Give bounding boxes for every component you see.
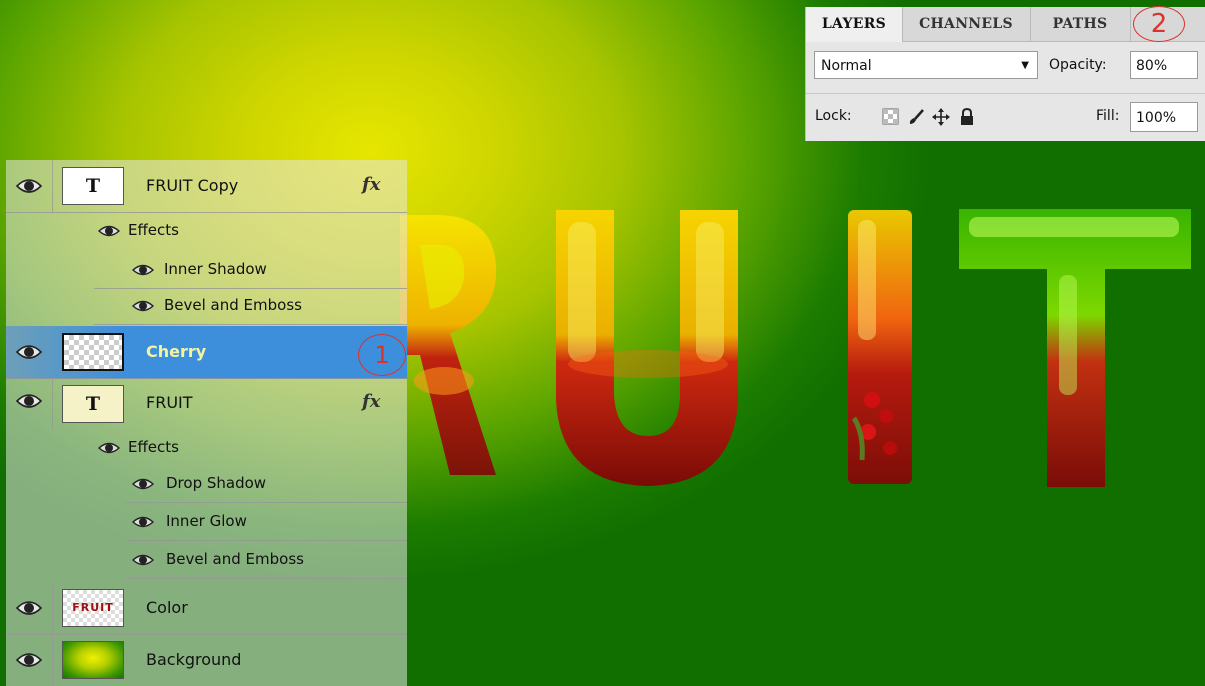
effect-label: Inner Shadow (164, 260, 267, 278)
layer-name: Cherry (146, 342, 207, 361)
tab-channels[interactable]: CHANNELS (902, 7, 1031, 41)
visibility-eye-icon[interactable] (131, 299, 155, 313)
move-icon[interactable] (932, 108, 950, 126)
chevron-down-icon: ▼ (1021, 60, 1029, 71)
letter-i (848, 210, 912, 484)
cherry-layer-thumbnail (62, 333, 124, 371)
tab-layers[interactable]: LAYERS (806, 7, 903, 42)
opacity-label: Opacity: (1049, 57, 1107, 73)
blend-mode-select[interactable]: Normal ▼ (814, 51, 1038, 79)
text-layer-thumbnail: T (62, 167, 124, 205)
layer-name: FRUIT Copy (146, 176, 239, 195)
fx-icon[interactable]: fx (362, 391, 380, 412)
brush-icon[interactable] (907, 108, 925, 126)
lock-icon[interactable] (958, 107, 976, 126)
layer-background[interactable]: Background (6, 634, 407, 686)
effect-inner-glow[interactable]: Inner Glow (126, 504, 407, 541)
effect-label: Inner Glow (166, 512, 247, 530)
effects-label: Effects (128, 221, 179, 239)
annotation-2: 2 (1133, 6, 1185, 42)
background-layer-thumbnail (62, 641, 124, 679)
effects-row[interactable]: Effects (6, 430, 407, 464)
effect-label: Bevel and Emboss (166, 550, 304, 568)
lock-transparency-icon[interactable] (881, 108, 899, 126)
lock-row: Lock: Fill: 100% (806, 93, 1205, 142)
visibility-eye-icon[interactable] (131, 553, 155, 567)
visibility-eye-icon[interactable] (97, 441, 121, 455)
color-layer-thumbnail: FRUIT (62, 589, 124, 627)
effect-bevel-emboss[interactable]: Bevel and Emboss (126, 542, 407, 579)
visibility-eye-icon[interactable] (16, 343, 42, 361)
tab-paths[interactable]: PATHS (1030, 7, 1131, 41)
letter-t (959, 209, 1191, 487)
fill-label: Fill: (1096, 108, 1120, 124)
visibility-eye-icon[interactable] (131, 477, 155, 491)
effect-label: Bevel and Emboss (164, 296, 302, 314)
visibility-eye-icon[interactable] (16, 651, 42, 669)
visibility-eye-icon[interactable] (16, 599, 42, 617)
layer-cherry[interactable]: Cherry (6, 326, 407, 379)
layer-name: Background (146, 650, 242, 669)
layer-fruit-copy[interactable]: T FRUIT Copy fx (6, 160, 407, 213)
visibility-eye-icon[interactable] (131, 515, 155, 529)
layer-name: FRUIT (146, 393, 193, 412)
layer-fruit[interactable]: T FRUIT fx (6, 378, 407, 430)
fx-icon[interactable]: fx (362, 174, 380, 195)
fill-input[interactable]: 100% (1130, 102, 1198, 132)
blend-mode-value: Normal (821, 58, 872, 74)
effects-row[interactable]: Effects (6, 212, 407, 248)
effect-inner-shadow[interactable]: Inner Shadow (94, 252, 407, 289)
text-layer-thumbnail: T (62, 385, 124, 423)
visibility-eye-icon[interactable] (16, 177, 42, 195)
effects-label: Effects (128, 438, 179, 456)
layers-list: T FRUIT Copy fx Effects Inner Shadow Bev… (6, 160, 407, 686)
layer-name: Color (146, 598, 188, 617)
effect-bevel-emboss[interactable]: Bevel and Emboss (94, 288, 407, 325)
lock-label: Lock: (815, 108, 852, 124)
effect-drop-shadow[interactable]: Drop Shadow (126, 466, 407, 503)
visibility-eye-icon[interactable] (16, 392, 42, 410)
opacity-input[interactable]: 80% (1130, 51, 1198, 79)
layer-color[interactable]: FRUIT Color (6, 582, 407, 635)
letter-u (556, 210, 738, 486)
effect-label: Drop Shadow (166, 474, 267, 492)
visibility-eye-icon[interactable] (131, 263, 155, 277)
annotation-1: 1 (358, 334, 406, 376)
visibility-eye-icon[interactable] (97, 224, 121, 238)
